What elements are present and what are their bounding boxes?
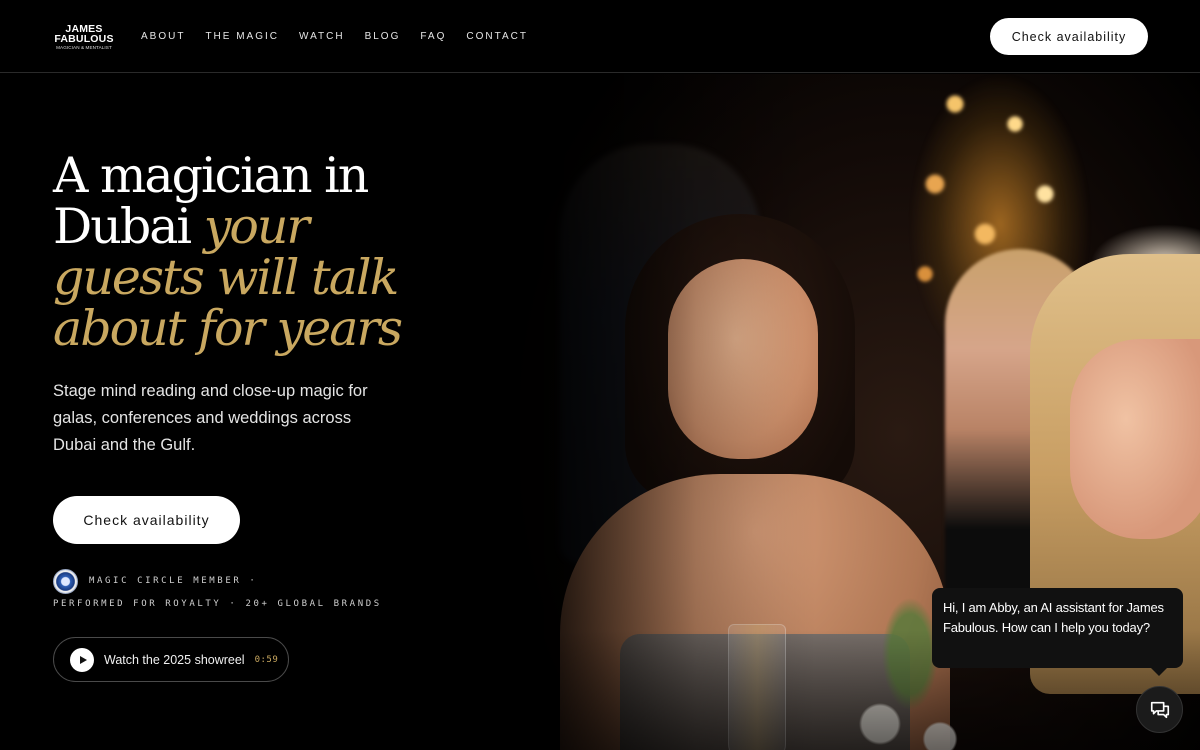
credential-royalty-brands: PERFORMED FOR ROYALTY · 20+ GLOBAL BRAND… bbox=[53, 599, 382, 609]
credentials: MAGIC CIRCLE MEMBER · PERFORMED FOR ROYA… bbox=[53, 568, 433, 609]
hero-content: A magician in Dubai your guests will tal… bbox=[53, 147, 433, 682]
magic-circle-seal-icon bbox=[53, 568, 78, 594]
credential-magic-circle: MAGIC CIRCLE MEMBER · bbox=[89, 576, 258, 586]
showreel-label: Watch the 2025 showreel bbox=[104, 652, 245, 667]
nav-watch[interactable]: WATCH bbox=[299, 31, 345, 42]
nav-about[interactable]: ABOUT bbox=[141, 31, 185, 42]
main-nav: ABOUT THE MAGIC WATCH BLOG FAQ CONTACT bbox=[141, 31, 528, 42]
site-header: JAMES FABULOUS MAGICIAN & MENTALIST ABOU… bbox=[0, 0, 1200, 73]
chat-launcher-button[interactable] bbox=[1136, 686, 1183, 733]
nav-the-magic[interactable]: THE MAGIC bbox=[205, 31, 279, 42]
showreel-duration: 0:59 bbox=[254, 654, 279, 665]
chat-greeting-bubble[interactable]: Hi, I am Abby, an AI assistant for James… bbox=[932, 588, 1183, 676]
chat-icon bbox=[1150, 701, 1169, 718]
hero-headline: A magician in Dubai your guests will tal… bbox=[53, 147, 403, 357]
hero-check-availability-button[interactable]: Check availability bbox=[53, 496, 240, 544]
nav-faq[interactable]: FAQ bbox=[420, 31, 446, 42]
play-icon bbox=[70, 647, 94, 672]
nav-blog[interactable]: BLOG bbox=[365, 31, 401, 42]
site-logo[interactable]: JAMES FABULOUS MAGICIAN & MENTALIST bbox=[53, 24, 115, 51]
hero-subtitle: Stage mind reading and close-up magic fo… bbox=[53, 382, 368, 454]
nav-contact[interactable]: CONTACT bbox=[466, 31, 528, 42]
header-check-availability-button[interactable]: Check availability bbox=[990, 18, 1148, 55]
chat-greeting-text: Hi, I am Abby, an AI assistant for James… bbox=[943, 600, 1164, 635]
showreel-button[interactable]: Watch the 2025 showreel 0:59 bbox=[53, 637, 289, 682]
